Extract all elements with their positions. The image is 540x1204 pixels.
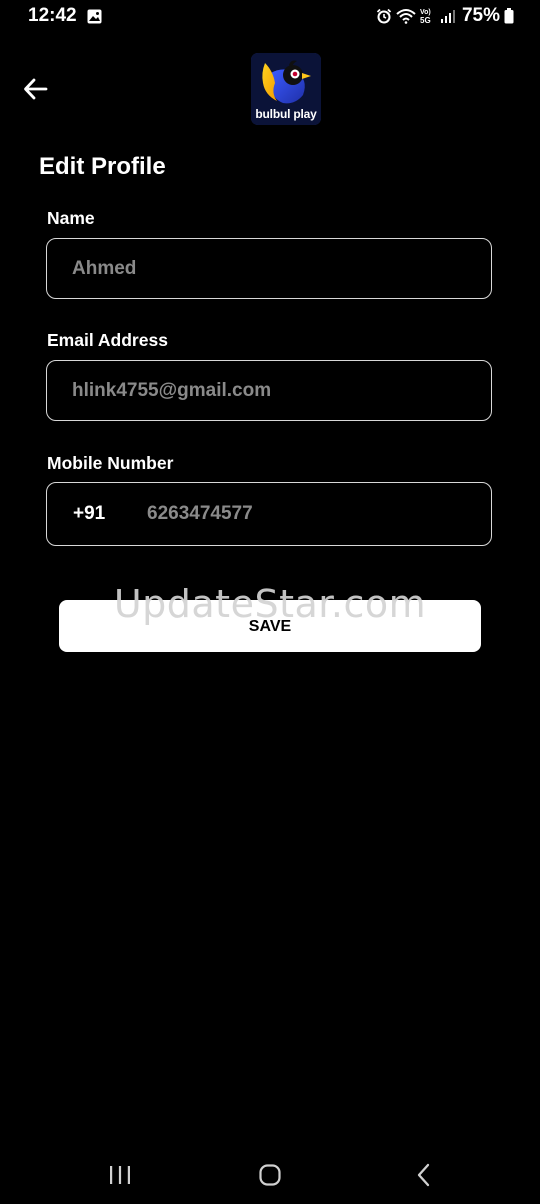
status-time: 12:42 (28, 5, 77, 26)
recent-apps-button[interactable] (100, 1160, 140, 1190)
volte-5g-icon: Vo) 5G (420, 7, 436, 25)
logo-text: bulbul play (255, 107, 317, 121)
status-bar: 12:42 Vo) 5G 75% (0, 0, 540, 34)
email-field[interactable]: hlink4755@gmail.com (46, 360, 492, 421)
status-icons: Vo) 5G 75% (376, 5, 514, 27)
mobile-field[interactable]: +91 6263474577 (46, 482, 492, 546)
email-input-value[interactable]: hlink4755@gmail.com (72, 361, 476, 420)
signal-icon (440, 8, 456, 24)
battery-icon (504, 8, 514, 24)
app-logo: bulbul play (251, 53, 321, 125)
svg-text:5G: 5G (420, 16, 431, 25)
name-label: Name (47, 208, 95, 228)
home-button[interactable] (250, 1160, 290, 1190)
gallery-icon (87, 9, 102, 24)
home-icon (250, 1164, 290, 1194)
email-label: Email Address (47, 330, 168, 350)
save-button-label: SAVE (248, 618, 292, 635)
system-nav-bar (0, 1150, 540, 1204)
mobile-input-value[interactable]: 6263474577 (147, 483, 476, 545)
page-title: Edit Profile (39, 153, 166, 180)
country-code: +91 (73, 503, 106, 524)
mobile-label: Mobile Number (47, 453, 174, 473)
svg-text:Vo): Vo) (420, 9, 431, 16)
recent-apps-icon (100, 1166, 140, 1194)
name-input-value[interactable]: Ahmed (72, 239, 476, 298)
alarm-icon (376, 8, 392, 24)
back-nav-icon (403, 1163, 443, 1194)
back-button[interactable] (20, 73, 52, 105)
name-field[interactable]: Ahmed (46, 238, 492, 299)
battery-percentage: 75% (461, 5, 500, 26)
wifi-icon (396, 8, 416, 24)
save-button[interactable]: SAVE (59, 600, 481, 652)
arrow-left-icon (20, 78, 52, 109)
back-nav-button[interactable] (403, 1160, 443, 1190)
